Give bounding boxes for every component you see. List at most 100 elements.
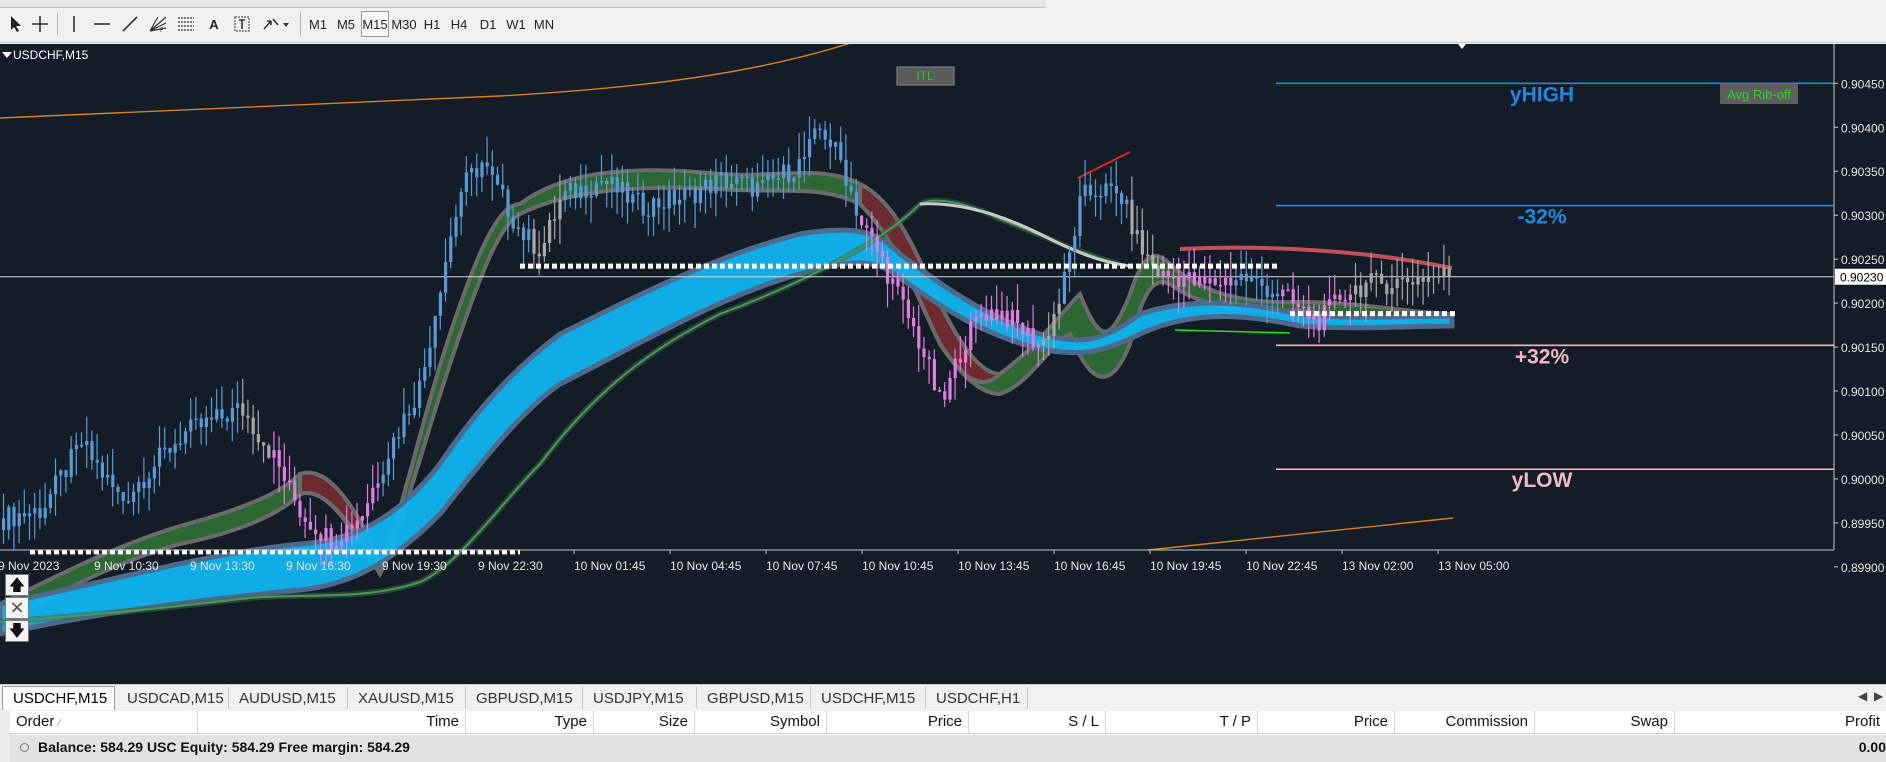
top-toolbar-strip [0, 0, 1046, 8]
candle-body [80, 444, 84, 447]
candle-body [12, 506, 16, 527]
tab-audusd-m15[interactable]: AUDUSD,M15 [229, 687, 348, 709]
price-chart[interactable]: 0.90450 0.90400 0.90350 0.90300 0.90250 0.902… [0, 44, 1886, 684]
lower-envelope-line [1147, 517, 1454, 551]
close-icon[interactable]: × [5, 597, 29, 619]
candle-body [376, 483, 380, 488]
time-tick-label: 10 Nov 10:45 [862, 559, 934, 573]
tab-usdcad-m15[interactable]: USDCAD,M15 [117, 687, 229, 709]
arrows-menu-icon[interactable] [260, 11, 292, 37]
candle-body [1359, 285, 1363, 298]
timeframe-mn[interactable]: MN [531, 11, 557, 37]
tab-xauusd-m15[interactable]: XAUUSD,M15 [348, 687, 466, 709]
candle-body [626, 181, 630, 203]
tab-usdjpy-m15[interactable]: USDJPY,M15 [583, 687, 697, 709]
col-price-2[interactable]: Price [1258, 711, 1395, 733]
col-symbol[interactable]: Symbol [695, 711, 827, 733]
candle-body [116, 486, 120, 492]
col-profit[interactable]: Profit [1675, 711, 1886, 733]
timeframe-m5[interactable]: M5 [333, 11, 359, 37]
tab-gbpusd-m15-2[interactable]: GBPUSD,M15 [697, 687, 811, 709]
candle-body [1062, 272, 1066, 304]
candle-body [480, 162, 484, 178]
timeframe-h4[interactable]: H4 [447, 11, 471, 37]
timeframe-d1[interactable]: D1 [476, 11, 500, 37]
candle-body [906, 299, 910, 319]
horizontal-line-icon[interactable] [90, 11, 114, 37]
arrow-up-icon[interactable]: 🡅 [5, 574, 29, 596]
candle-body [90, 441, 94, 461]
col-swap[interactable]: Swap [1535, 711, 1675, 733]
fibonacci-fan-icon[interactable]: F [146, 11, 170, 37]
candle-body [350, 524, 354, 529]
candle-body [1213, 278, 1217, 285]
arrow-down-icon[interactable]: 🡇 [5, 620, 29, 642]
candle-body [860, 215, 864, 226]
col-commission[interactable]: Commission [1395, 711, 1535, 733]
trendline-icon[interactable] [118, 11, 142, 37]
candle-body [714, 175, 718, 194]
candle-body [360, 516, 364, 521]
tabs-scroll-left-icon[interactable]: ◀ [1858, 689, 1867, 703]
text-label-icon[interactable] [230, 11, 254, 37]
vertical-line-icon[interactable] [62, 11, 86, 37]
fibonacci-retracement-icon[interactable] [174, 11, 198, 37]
tabs-scroll-right-icon[interactable]: ▶ [1874, 689, 1883, 703]
candle-body [849, 186, 853, 192]
candle-body [1218, 284, 1222, 287]
candle-body [1016, 310, 1020, 323]
candle-body [459, 191, 463, 217]
candle-body [1094, 195, 1098, 198]
candle-body [1437, 276, 1441, 278]
col-order[interactable]: Order ⁄ [10, 711, 198, 733]
tab-usdchf-h1[interactable]: USDCHF,H1 [926, 687, 1028, 709]
candle-body [1203, 276, 1207, 284]
symbol-menu-icon[interactable] [2, 52, 12, 58]
candle-body [584, 185, 588, 198]
candle-body [412, 407, 416, 416]
candle-body [522, 227, 526, 241]
candle-body [605, 181, 609, 185]
col-tp[interactable]: T / P [1106, 711, 1258, 733]
tab-usdchf-m15[interactable]: USDCHF,M15 [2, 686, 115, 710]
tab-usdchf-m15-2[interactable]: USDCHF,M15 [811, 687, 926, 709]
candle-body [142, 482, 146, 489]
candle-body [865, 225, 869, 228]
timeframe-w1[interactable]: W1 [504, 11, 528, 37]
chart-toolbar: F A M1 M5 M15 M30 H1 H4 D1 W1 MN [0, 0, 1886, 43]
candle-body [256, 434, 260, 443]
candle-body [766, 174, 770, 181]
candle-body [1255, 277, 1259, 279]
timeframe-m15[interactable]: M15 [361, 11, 389, 37]
timeframe-m30[interactable]: M30 [390, 11, 418, 37]
level-label-plus32: +32% [1515, 345, 1570, 368]
price-tick-label: 0.90100 [1841, 385, 1885, 399]
col-sl[interactable]: S / L [969, 711, 1106, 733]
candle-body [392, 437, 396, 459]
candle-body [199, 418, 203, 428]
candle-body [163, 447, 167, 450]
candle-body [1302, 306, 1306, 308]
col-size[interactable]: Size [594, 711, 695, 733]
candle-body [787, 164, 791, 183]
candle-body [657, 198, 661, 208]
tab-gbpusd-m15[interactable]: GBPUSD,M15 [466, 687, 583, 709]
candle-body [506, 189, 510, 218]
candle-body [1291, 289, 1295, 304]
timeframe-h1[interactable]: H1 [420, 11, 444, 37]
timeframe-m1[interactable]: M1 [305, 11, 331, 37]
col-price[interactable]: Price [827, 711, 969, 733]
text-icon[interactable]: A [202, 11, 226, 37]
candle-body [1380, 273, 1384, 284]
candle-body [938, 390, 942, 392]
col-type[interactable]: Type [466, 711, 594, 733]
candle-body [896, 278, 900, 287]
candle-body [314, 529, 318, 535]
cursor-icon[interactable] [4, 11, 28, 37]
balance-row[interactable]: Balance: 584.29 USC Equity: 584.29 Free … [10, 735, 1886, 762]
col-time[interactable]: Time [198, 711, 466, 733]
candle-body [579, 185, 583, 199]
crosshair-icon[interactable] [28, 11, 52, 37]
candle-body [158, 447, 162, 467]
candle-body [225, 418, 229, 422]
